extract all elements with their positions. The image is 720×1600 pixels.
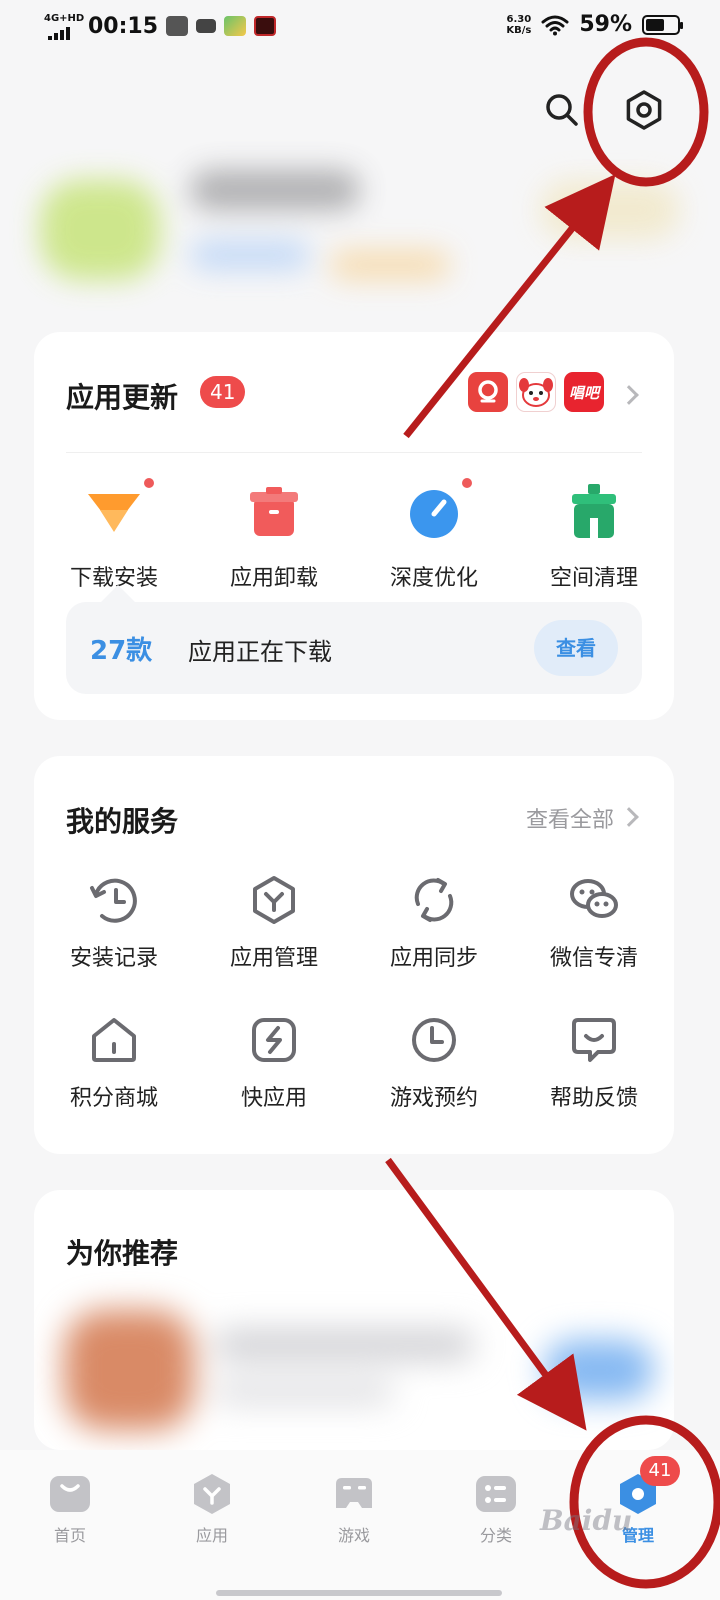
tool-label: 应用卸载 bbox=[229, 566, 318, 591]
nav-label: 首页 bbox=[53, 1526, 86, 1545]
tool-label: 深度优化 bbox=[389, 566, 478, 591]
update-app-icons[interactable]: 唱吧 bbox=[468, 372, 604, 412]
services-grid: 安装记录 应用管理 应用同步 微信专清 积分商城 快应用 游戏预约 帮助反馈 bbox=[34, 874, 674, 1154]
wifi-icon bbox=[541, 15, 569, 35]
service-label: 游戏预约 bbox=[389, 1086, 478, 1111]
wechat-clean-icon bbox=[570, 879, 618, 918]
status-bar: 4G+HD 00:15 6.30 KB/s 59% bbox=[0, 0, 720, 60]
service-quick-app[interactable]: 快应用 bbox=[194, 1014, 354, 1154]
category-icon bbox=[476, 1476, 516, 1512]
recommend-card: 为你推荐 bbox=[34, 1190, 674, 1450]
tool-optimize[interactable]: 深度优化 bbox=[354, 478, 514, 592]
tool-cleanup[interactable]: 空间清理 bbox=[514, 482, 674, 592]
network-speed: 6.30 KB/s bbox=[506, 14, 531, 36]
service-label: 积分商城 bbox=[69, 1086, 158, 1111]
home-indicator[interactable] bbox=[216, 1590, 502, 1596]
update-count-badge: 41 bbox=[200, 376, 246, 408]
service-wechat-clean[interactable]: 微信专清 bbox=[514, 874, 674, 1014]
settings-icon[interactable] bbox=[622, 88, 666, 132]
tool-download-install[interactable]: 下载安装 bbox=[34, 478, 194, 592]
manage-badge: 41 bbox=[640, 1456, 680, 1486]
service-points-mall[interactable]: 积分商城 bbox=[34, 1014, 194, 1154]
sync-icon bbox=[414, 878, 454, 922]
nav-label: 游戏 bbox=[337, 1526, 370, 1545]
recommended-app-blurred[interactable] bbox=[34, 1300, 674, 1440]
my-services-title: 我的服务 bbox=[66, 805, 179, 838]
help-feedback-icon bbox=[572, 1018, 616, 1062]
notification-app-icon bbox=[166, 16, 189, 36]
nav-label: 分类 bbox=[479, 1526, 512, 1545]
chevron-right-icon[interactable] bbox=[619, 807, 639, 827]
search-icon[interactable] bbox=[544, 92, 580, 128]
network-type: 4G+HD bbox=[44, 13, 85, 24]
home-icon bbox=[50, 1476, 90, 1512]
quick-app-icon bbox=[252, 1018, 296, 1062]
service-game-reserve[interactable]: 游戏预约 bbox=[354, 1014, 514, 1154]
watermark: Baidu bbox=[540, 1504, 633, 1537]
tool-label: 空间清理 bbox=[549, 566, 638, 591]
nav-home[interactable]: 首页 bbox=[20, 1472, 120, 1546]
battery-icon bbox=[642, 14, 683, 35]
cleanup-icon bbox=[572, 484, 616, 538]
app-icon-changba: 唱吧 bbox=[564, 372, 604, 412]
app-update-card: 应用更新 41 唱吧 下载安装 应用卸载 深度优化 空间清理 27款 应用正在下… bbox=[34, 332, 674, 720]
user-profile-blurred[interactable] bbox=[20, 150, 700, 310]
view-downloads-button[interactable]: 查看 bbox=[534, 620, 618, 676]
service-label: 应用同步 bbox=[389, 946, 478, 971]
apps-icon bbox=[194, 1474, 230, 1514]
new-dot bbox=[462, 478, 472, 488]
see-all-link[interactable]: 查看全部 bbox=[526, 802, 614, 834]
chevron-right-icon[interactable] bbox=[619, 385, 639, 405]
service-label: 帮助反馈 bbox=[549, 1086, 638, 1111]
game-reserve-icon bbox=[412, 1018, 456, 1062]
divider bbox=[66, 452, 642, 453]
service-label: 微信专清 bbox=[549, 946, 638, 971]
app-manage-icon bbox=[253, 876, 295, 924]
download-text: 应用正在下载 bbox=[188, 638, 332, 666]
tool-uninstall[interactable]: 应用卸载 bbox=[194, 482, 354, 592]
game-icon bbox=[336, 1478, 372, 1508]
app-icon-k-song bbox=[468, 372, 508, 412]
speed-unit: KB/s bbox=[506, 24, 532, 36]
app-update-title[interactable]: 应用更新 bbox=[66, 376, 178, 416]
service-app-manage[interactable]: 应用管理 bbox=[194, 874, 354, 1014]
uninstall-icon bbox=[250, 487, 298, 536]
video-icon bbox=[196, 19, 217, 33]
service-sync[interactable]: 应用同步 bbox=[354, 874, 514, 1014]
my-services-card: 我的服务 查看全部 安装记录 应用管理 应用同步 微信专清 积分商城 快应用 游… bbox=[34, 756, 674, 1154]
update-tools: 下载安装 应用卸载 深度优化 空间清理 bbox=[34, 478, 674, 592]
nav-category[interactable]: 分类 bbox=[446, 1472, 546, 1546]
app-notification-icon bbox=[254, 16, 277, 36]
service-label: 安装记录 bbox=[69, 946, 158, 971]
download-install-icon bbox=[88, 494, 140, 532]
optimize-icon bbox=[410, 490, 458, 538]
clock: 00:15 bbox=[88, 13, 159, 39]
cellular-signal-icon: 4G+HD bbox=[44, 12, 84, 40]
service-label: 应用管理 bbox=[229, 946, 318, 971]
install-history-icon bbox=[90, 878, 137, 923]
game-notification-icon bbox=[224, 16, 247, 36]
service-install-history[interactable]: 安装记录 bbox=[34, 874, 194, 1014]
recommend-title: 为你推荐 bbox=[66, 1237, 179, 1270]
service-help-feedback[interactable]: 帮助反馈 bbox=[514, 1014, 674, 1154]
speed-value: 6.30 bbox=[506, 13, 532, 25]
app-icon-jd-dog bbox=[516, 372, 556, 412]
nav-games[interactable]: 游戏 bbox=[304, 1472, 404, 1546]
nav-apps[interactable]: 应用 bbox=[162, 1472, 262, 1546]
new-dot bbox=[144, 478, 154, 488]
download-count: 27款 bbox=[90, 636, 153, 666]
downloading-banner[interactable]: 27款 应用正在下载 查看 bbox=[66, 602, 642, 694]
battery-percent: 59% bbox=[579, 12, 632, 37]
points-mall-icon bbox=[92, 1018, 136, 1062]
nav-label: 应用 bbox=[195, 1526, 228, 1545]
service-label: 快应用 bbox=[240, 1086, 307, 1111]
